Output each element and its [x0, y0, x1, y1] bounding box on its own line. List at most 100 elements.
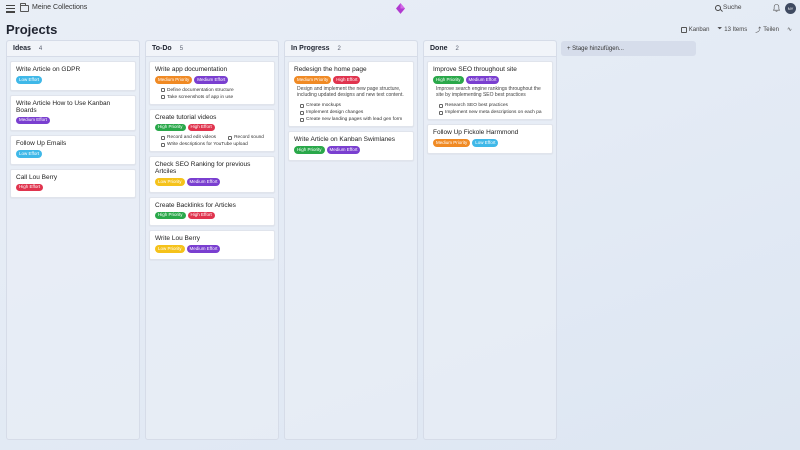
task-card[interactable]: Redesign the home page Medium Priority Hig… — [288, 61, 414, 127]
column-in-progress: In Progress 2 Redesign the home page Medium… — [284, 40, 418, 440]
card-title: Write Article on GDPR — [16, 66, 81, 73]
tag-badge: Medium Priority — [294, 76, 332, 84]
share-icon: ⤴ — [755, 28, 762, 34]
kanban-label: Kanban — [688, 26, 710, 33]
activity-button[interactable]: ∿ — [787, 26, 792, 33]
column-header[interactable]: Ideas 4 — [7, 41, 139, 57]
column-done: Done 2 Improve SEO throughout site High Pri… — [423, 40, 557, 440]
task-card[interactable]: Create Backlinks for Articles High Priori… — [149, 196, 275, 226]
tag-badge: High Effort — [16, 183, 44, 191]
tag-badge: High Priority — [433, 76, 464, 84]
tag-badge: Low Priority — [155, 245, 185, 253]
task-card[interactable]: Write Lou Berry Low Priority Medium Effort — [149, 230, 275, 260]
subtask-item[interactable]: Record and edit videos — [161, 135, 216, 140]
checkbox-icon[interactable] — [228, 135, 233, 140]
task-card[interactable]: Check SEO Ranking for previous Artciles L… — [149, 156, 275, 193]
task-card[interactable]: Write Article on GDPR Low Effort — [10, 61, 136, 91]
subtask-item[interactable]: Implement new meta descriptions on each … — [439, 110, 542, 115]
checkbox-icon[interactable] — [300, 110, 304, 115]
subtask-item[interactable]: Create new landing pages with lead gen f… — [300, 117, 402, 122]
tag-badge: High Priority — [294, 146, 325, 154]
checkbox-icon[interactable] — [300, 103, 304, 108]
column-ideas: Ideas 4 Write Article on GDPR Low Effort Wri… — [6, 40, 140, 440]
subtask-row: Write descriptions for YouTube upload — [155, 140, 269, 147]
tag-badge: Low Priority — [155, 178, 185, 186]
card-title: Write Article How to Use Kanban Boards — [16, 99, 111, 114]
tag-group: High Priority Medium Effort — [294, 146, 408, 154]
subtask-item[interactable]: Write descriptions for YouTube upload — [161, 142, 248, 147]
subtask-item[interactable]: Take screenshots of app in use — [161, 95, 233, 100]
checkbox-icon[interactable] — [161, 135, 165, 140]
task-card[interactable]: Write Article on Kanban Swimlanes High Pr… — [288, 131, 414, 161]
task-card[interactable]: Call Lou Berry High Effort — [10, 168, 136, 198]
tag-group: High Effort — [16, 183, 130, 191]
breadcrumb[interactable]: Meine Collections — [32, 4, 87, 11]
task-card[interactable]: Follow Up Fickole Harmmond Medium Priorit… — [427, 124, 553, 154]
tag-badge: Medium Effort — [194, 76, 229, 84]
subtask-row: Define documentation structure — [155, 86, 269, 93]
tag-badge: Medium Priority — [433, 139, 471, 147]
card-description: Improve search engine rankings throughou… — [436, 85, 541, 98]
avatar[interactable]: NY — [785, 3, 796, 14]
column-title: To-Do — [152, 45, 172, 52]
menu-icon[interactable] — [6, 5, 15, 13]
card-title: Create tutorial videos — [155, 113, 217, 121]
top-bar: Meine Collections Suche NY — [0, 0, 800, 18]
tag-badge: Medium Effort — [326, 146, 361, 154]
column-count: 4 — [38, 45, 43, 52]
card-title: Create Backlinks for Articles — [155, 201, 236, 209]
checkbox-icon[interactable] — [161, 88, 165, 92]
items-count-label: 13 Items — [724, 26, 748, 33]
tag-badge: Low Effort — [16, 76, 43, 84]
tag-badge: Medium Priority — [155, 76, 193, 84]
items-filter-button[interactable]: ⏷ 13 Items — [717, 26, 747, 33]
subtask-item[interactable]: Implement design changes — [300, 110, 363, 115]
subtask-item[interactable]: Record sound — [228, 135, 264, 140]
column-header[interactable]: In Progress 2 — [285, 41, 417, 57]
tag-group: High Priority High Effort — [155, 211, 269, 219]
share-button[interactable]: ⤴ Teilen — [755, 25, 779, 35]
view-toolbar: Kanban ⏷ 13 Items ⤴ Teilen ∿ — [680, 25, 792, 35]
column-header[interactable]: To-Do 5 — [146, 41, 278, 57]
task-card[interactable]: Follow Up Emails Low Effort — [10, 135, 136, 165]
checkbox-icon[interactable] — [439, 110, 443, 115]
subtask-label: Record and edit videos — [167, 135, 217, 140]
tag-badge: Low Effort — [472, 139, 499, 147]
column-count: 2 — [455, 45, 459, 52]
checkbox-icon[interactable] — [161, 142, 165, 147]
column-count: 5 — [179, 45, 184, 52]
column-header[interactable]: Done 2 — [424, 41, 556, 57]
kanban-view-button[interactable]: Kanban — [680, 26, 710, 33]
task-card[interactable]: Write Article How to Use Kanban Boards Me… — [10, 94, 136, 131]
kanban-icon — [680, 26, 687, 33]
search-label: Suche — [723, 4, 742, 11]
checkbox-icon[interactable] — [161, 95, 165, 99]
tag-badge: Medium Effort — [465, 76, 500, 84]
subtask-label: Write descriptions for YouTube upload — [167, 142, 248, 147]
task-card[interactable]: Write app documentation Medium Priority Me… — [149, 61, 275, 105]
bell-icon[interactable] — [773, 4, 780, 12]
card-title: Write Article on Kanban Swimlanes — [294, 136, 396, 143]
checkbox-icon[interactable] — [439, 103, 443, 108]
card-title: Write Lou Berry — [155, 235, 201, 242]
activity-icon: ∿ — [786, 27, 792, 33]
card-list: Redesign the home page Medium Priority Hig… — [285, 57, 417, 169]
subtask-label: Implement design changes — [306, 110, 364, 115]
checkbox-icon[interactable] — [300, 117, 304, 122]
subtask-item[interactable]: Research SEO best practices — [439, 103, 508, 108]
card-title: Check SEO Ranking for previous Artciles — [155, 161, 251, 175]
subtask-item[interactable]: Create mockups — [300, 103, 341, 108]
card-title: Redesign the home page — [294, 66, 367, 73]
search-icon — [715, 4, 721, 11]
task-card[interactable]: Improve SEO throughout site High Priority… — [427, 61, 553, 120]
tag-badge: Medium Effort — [186, 178, 221, 186]
column-title: Done — [430, 45, 448, 52]
add-stage-button[interactable]: + Stage hinzufügen... — [561, 41, 696, 56]
share-label: Teilen — [763, 26, 779, 33]
tag-group: Medium Priority Low Effort — [433, 139, 547, 147]
task-card[interactable]: Create tutorial videos High Priority High … — [149, 108, 275, 152]
subtask-row: Create mockups — [294, 101, 408, 108]
card-title: Follow Up Fickole Harmmond — [433, 129, 519, 136]
search-button[interactable]: Suche — [715, 4, 741, 11]
subtask-item[interactable]: Define documentation structure — [161, 88, 234, 93]
